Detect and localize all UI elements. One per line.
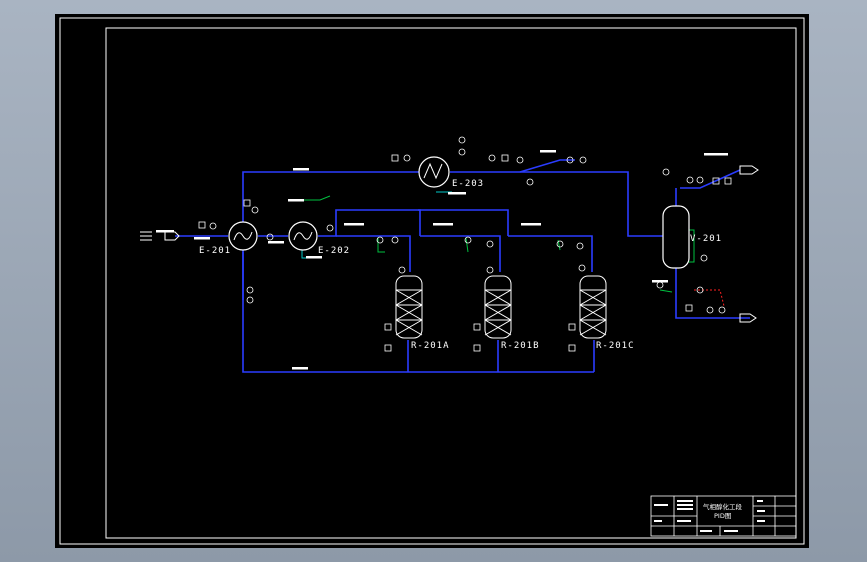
- reactor-r201a[interactable]: [395, 275, 423, 339]
- reactor-r201b[interactable]: [484, 275, 512, 339]
- label-r201c: R-201C: [596, 341, 635, 351]
- exchanger-e203[interactable]: [418, 156, 450, 188]
- label-e203: E-203: [452, 179, 484, 189]
- title-line-2: PID图: [714, 512, 731, 520]
- drawing-sheet: [55, 14, 809, 548]
- exchanger-e201[interactable]: [228, 221, 258, 251]
- title-line-1: 气相醇化工段: [703, 502, 743, 511]
- label-e202: E-202: [318, 246, 350, 256]
- label-e201: E-201: [199, 246, 231, 256]
- label-r201a: R-201A: [411, 341, 450, 351]
- vessel-v201[interactable]: [662, 205, 690, 269]
- label-r201b: R-201B: [501, 341, 540, 351]
- exchanger-e202[interactable]: [288, 221, 318, 251]
- pid-drawing-canvas: E-201 E-202 E-203 R-201A R-201B R-201C V…: [55, 14, 809, 548]
- label-v201: V-201: [690, 234, 722, 244]
- reactor-r201c[interactable]: [579, 275, 607, 339]
